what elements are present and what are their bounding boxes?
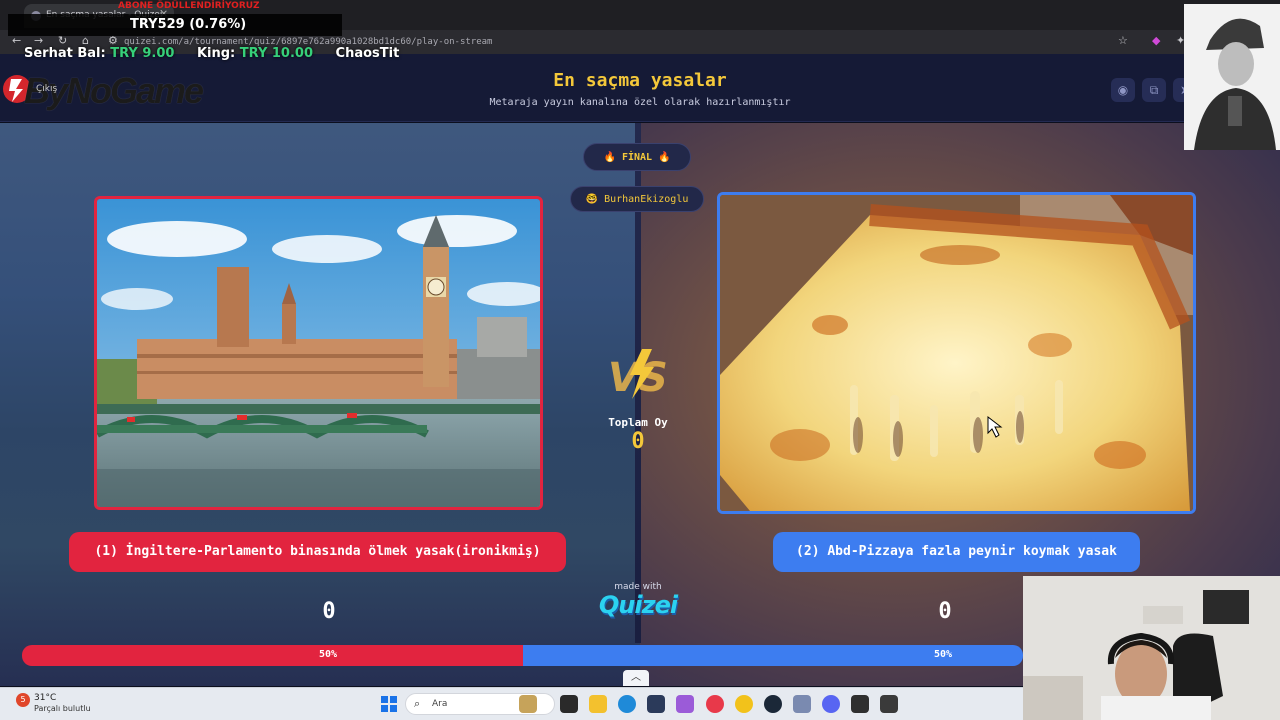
stream-ticker: TRY529 (0.76%) [8,14,342,36]
task-view-icon[interactable] [560,695,578,713]
donation-item: King: TRY 10.00 [196,46,314,61]
donation-item: ChaosTit [335,46,400,61]
file-explorer-icon[interactable] [589,695,607,713]
vote-progress-bar: 50% 50% [22,645,1023,666]
copilot-icon[interactable] [676,695,694,713]
option-1-percent: 50% [319,649,338,660]
option-2-card[interactable] [717,192,1196,514]
copy-icon[interactable]: ⧉ [1142,78,1166,102]
option-2-percent: 50% [934,649,953,660]
weather-description: Parçalı bulutlu [34,704,91,713]
eye-icon[interactable]: ◉ [1111,78,1135,102]
versus-icon: VS [608,349,668,401]
donation-list: Serhat Bal: TRY 9.00 King: TRY 10.00 Cha… [24,46,417,61]
webcam-overlay [1023,576,1280,720]
parliament-image [97,199,540,507]
pizza-image [720,195,1193,511]
screen: En saçma yasalar - Quizei ✕ — ☐ ✕ ← → ↻ … [0,0,1280,720]
chrome-icon[interactable] [735,695,753,713]
option-1-card[interactable] [94,196,543,510]
settings-icon[interactable] [793,695,811,713]
streamer-logo: ByNoGame Çıkış [0,66,230,111]
option-2-button[interactable]: (2) Abd-Pizzaya fazla peynir koymak yasa… [773,532,1140,572]
stage-badge: 🔥 FİNAL 🔥 [583,143,691,171]
logo-faint-text: Çıkış [36,84,58,94]
option-1-progress [22,645,523,666]
edge-icon[interactable] [618,695,636,713]
ticker-text: TRY529 (0.76%) [130,17,247,32]
store-icon[interactable] [647,695,665,713]
option-1-score: 0 [322,599,336,624]
opera-icon[interactable] [706,695,724,713]
creator-badge: 🤓 BurhanEkizoglu [570,186,704,212]
discord-icon[interactable] [822,695,840,713]
taskbar-app-icon[interactable] [519,695,537,713]
chevron-up-icon[interactable]: ︿ [623,670,649,686]
steam-icon[interactable] [764,695,782,713]
windows-start-icon[interactable] [381,696,397,712]
ticker-promo-text: ABONE ÖDÜLLENDİRİYORUZ [118,1,260,11]
quizei-logo[interactable]: Quizei [588,591,688,619]
search-icon: ⌕ [414,697,421,710]
donation-item: Serhat Bal: TRY 9.00 [24,46,175,61]
temperature: 31°C [34,693,57,703]
bookmark-star-icon[interactable]: ☆ [1118,34,1128,47]
option-1-button[interactable]: (1) İngiltere-Parlamento binasında ölmek… [69,532,566,572]
notification-badge: 5 [16,693,30,707]
search-placeholder: Ara [432,699,448,709]
app-icon[interactable] [851,695,869,713]
streamer-camera-image [1023,576,1280,720]
extension-icon[interactable]: ◆ [1152,34,1160,47]
total-votes-label: Toplam Oy [608,416,668,429]
option-2-score: 0 [938,599,952,624]
portrait-overlay [1184,4,1280,150]
weather-widget[interactable]: 5 31°C Parçalı bulutlu [14,693,114,717]
total-votes-count: 0 [631,429,645,454]
obs-icon[interactable] [880,695,898,713]
